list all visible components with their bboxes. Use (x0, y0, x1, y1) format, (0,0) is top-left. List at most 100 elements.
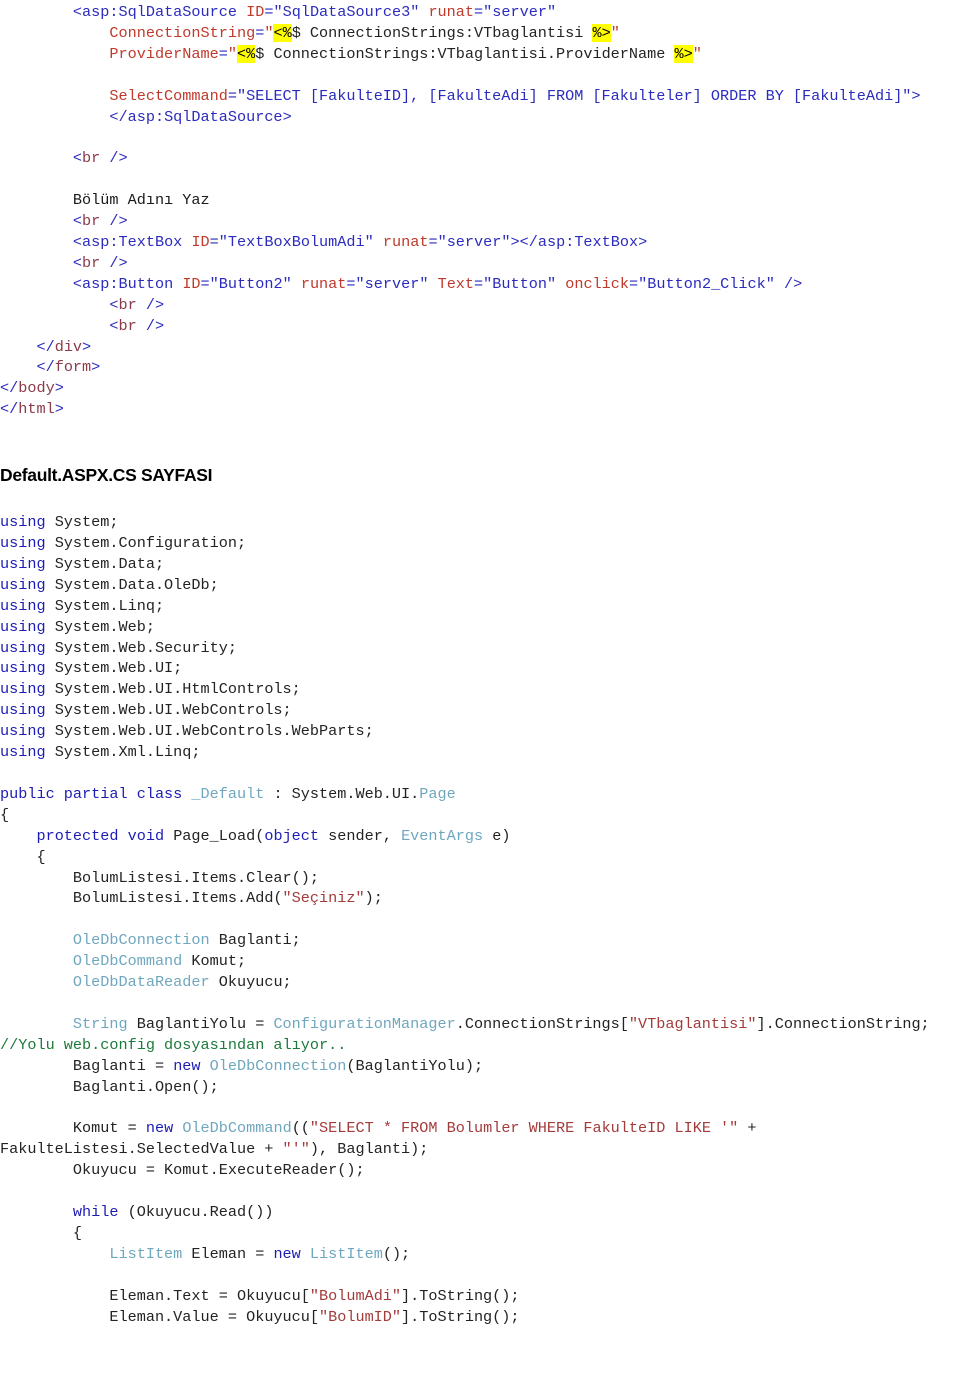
code-line: using System.Data; (0, 554, 956, 575)
code-line: OleDbConnection Baglanti; (0, 930, 956, 951)
code-token-type: OleDbConnection (209, 1056, 347, 1075)
code-line: <br /> (0, 253, 956, 274)
code-token-attr: Text (437, 274, 475, 293)
code-token-attr: ID (246, 3, 265, 21)
code-line: <br /> (0, 148, 956, 169)
code-token-punc: </ (0, 379, 19, 398)
code-token-plain: (( (291, 1119, 310, 1138)
code-token-punc: < (72, 253, 83, 272)
code-token-plain: Okuyucu = Komut.ExecuteReader(); (72, 1161, 365, 1180)
code-token-aval: "SqlDataSource3" (273, 3, 420, 21)
code-token-punc: </ (36, 337, 55, 356)
code-token-plain: (); (382, 1244, 411, 1263)
code-token-plain: Eleman = (182, 1244, 274, 1263)
code-token-punc: </ (0, 400, 19, 419)
code-line: protected void Page_Load(object sender, … (0, 826, 956, 847)
code-line: using System.Linq; (0, 596, 956, 617)
code-line: ProviderName="<%$ ConnectionStrings:VTba… (0, 44, 956, 65)
code-line: using System.Web.Security; (0, 638, 956, 659)
code-line: ConnectionString= " <%$ ConnectionStrings:… (0, 23, 956, 44)
code-line: { (0, 847, 956, 868)
code-token-plain: System.Data.OleDb; (45, 575, 219, 594)
code-token-plain: Page_Load( (164, 826, 265, 845)
aspx-markup-block: <asp:SqlDataSource ID="SqlDataSource3" r… (0, 0, 956, 420)
code-token-punc: /> (100, 212, 128, 231)
code-token-k: using (0, 575, 46, 594)
code-token-punc: = (209, 232, 219, 251)
code-token-punc: > (54, 400, 64, 419)
code-token-punc: < (72, 3, 83, 21)
code-token-punc: = (200, 274, 210, 293)
code-token-aval: "SELECT [FakulteID], [FakulteAdi] FROM [… (236, 86, 912, 105)
code-token-hl: %> (592, 23, 611, 42)
code-token-plain: System.Xml.Linq; (45, 743, 201, 762)
code-token-attr: runat (300, 274, 347, 293)
code-token-aval: "server" (355, 274, 429, 293)
code-token-attr: SelectCommand (109, 86, 228, 105)
code-line: Komut = new OleDbCommand(("SELECT * FROM… (0, 1118, 956, 1160)
code-token-k: object (264, 826, 320, 845)
code-line: <br /> (0, 295, 956, 316)
code-token-k: using (0, 554, 46, 573)
code-token-str: "Seçiniz" (282, 889, 365, 908)
code-token-k: using (0, 743, 46, 762)
code-line: </asp:SqlDataSource> (0, 107, 956, 128)
code-line: using System.Web.UI.WebControls.WebParts… (0, 721, 956, 742)
code-token-str: "SELECT * FROM Bolumler WHERE FakulteID … (309, 1119, 739, 1138)
csharp-code-text: using System; using System.Configuration;… (0, 512, 956, 1327)
code-token-punc: = (629, 274, 639, 293)
code-token-k: new (145, 1119, 174, 1138)
code-token-aval: "Button" (483, 274, 557, 293)
code-line: </form> (0, 357, 956, 378)
code-token-brtag: br (118, 295, 137, 314)
code-line: using System.Data.OleDb; (0, 575, 956, 596)
code-token-plain: .ConnectionStrings[ (455, 1014, 629, 1033)
code-token-type: OleDbCommand (182, 1119, 292, 1138)
code-token-k: using (0, 659, 46, 678)
code-line: Baglanti.Open(); (0, 1077, 956, 1098)
code-token-type: OleDbCommand (72, 952, 183, 971)
code-token-str: "'" (282, 1140, 310, 1159)
code-token-punc: /> (100, 253, 128, 272)
code-token-punc: = (227, 86, 237, 105)
code-token-attr: ProviderName (109, 44, 219, 63)
code-token-type: String (72, 1014, 128, 1033)
code-token-plain: ].ConnectionString; (756, 1014, 939, 1033)
code-line: SelectCommand="SELECT [FakulteID], [Faku… (0, 86, 956, 107)
code-token-punc: > (91, 358, 101, 377)
code-token-punc: </ (36, 358, 55, 377)
code-token-punc: > (911, 86, 921, 105)
code-token-k: protected void (36, 826, 165, 845)
code-token-aval: "server" (437, 232, 511, 251)
code-line: using System.Web; (0, 617, 956, 638)
code-token-type: OleDbDataReader (72, 973, 210, 992)
code-token-type: EventArgs (401, 826, 484, 845)
code-line: <asp:SqlDataSource ID = "SqlDataSource3" r… (0, 2, 956, 23)
code-line: Okuyucu = Komut.ExecuteReader(); (0, 1160, 956, 1181)
code-token-punc: > (82, 337, 92, 356)
code-token-brtag: form (54, 358, 92, 377)
code-token-attr: " (692, 44, 702, 63)
code-token-txt: Bölüm Adını Yaz (72, 191, 210, 210)
code-line: using System.Web.UI; (0, 658, 956, 679)
code-token-plain: BaglantiYolu = (127, 1014, 274, 1033)
code-token-tag: asp:SqlDataSource (82, 3, 237, 21)
code-line: String BaglantiYolu = ConfigurationManag… (0, 1014, 956, 1056)
code-token-attr: runat (382, 232, 429, 251)
code-token-plain: ].ToString(); (401, 1307, 520, 1326)
code-token-str: "VTbaglantisi" (628, 1014, 757, 1033)
code-line: using System.Web.UI.HtmlControls; (0, 679, 956, 700)
code-token-plain: { (36, 847, 46, 866)
code-token-plain: { (72, 1223, 83, 1242)
code-token-cmt: //Yolu web.config dosyasından alıyor.. (0, 1035, 347, 1054)
code-token-plain: Baglanti = (72, 1056, 174, 1075)
code-token-plain: Eleman.Text = Okuyucu[ (109, 1286, 310, 1305)
section-heading-default-aspx-cs: Default.ASPX.CS SAYFASI (0, 465, 213, 486)
